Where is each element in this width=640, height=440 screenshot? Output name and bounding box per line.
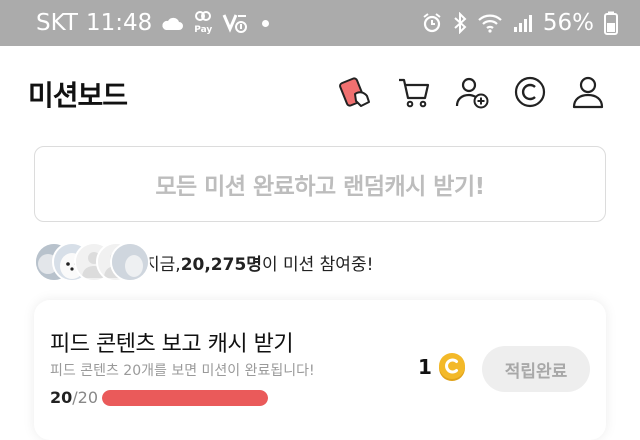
mission-card-icon[interactable] — [338, 74, 374, 110]
participants-suffix: 이 미션 참여중! — [261, 254, 374, 275]
samsung-pay-icon: Pay — [192, 11, 214, 35]
avatar — [110, 242, 150, 282]
progress-bar — [102, 389, 269, 406]
banner-text: 모든 미션 완료하고 랜덤캐시 받기! — [155, 174, 485, 200]
alarm-icon — [421, 12, 443, 34]
coin-icon — [438, 352, 466, 382]
add-friend-icon[interactable] — [454, 74, 490, 110]
dot-icon — [262, 19, 270, 27]
status-bar-right: 56% — [421, 8, 618, 38]
mission-reward: 1 — [418, 352, 466, 382]
pay-label: Pay — [194, 25, 213, 35]
status-bar: SKT 11:48 Pay 56% — [0, 0, 640, 46]
cart-icon[interactable] — [396, 74, 432, 110]
mission-progress: 20/20 — [50, 388, 269, 407]
progress-total: /20 — [72, 388, 99, 407]
volte-icon — [222, 12, 248, 34]
bluetooth-icon — [453, 12, 467, 34]
mission-card[interactable]: 피드 콘텐츠 보고 캐시 받기 피드 콘텐츠 20개를 보면 미션이 완료됩니다… — [34, 300, 606, 440]
page-title: 미션보드 — [28, 79, 128, 112]
participants-text: 지금, 20,275명 이 미션 참여중! — [144, 250, 373, 275]
all-missions-banner[interactable]: 모든 미션 완료하고 랜덤캐시 받기! — [34, 146, 606, 222]
header-actions — [338, 74, 606, 110]
participants-count: 20,275명 — [180, 254, 262, 275]
app-header: 미션보드 — [0, 46, 640, 138]
progress-fill — [102, 389, 269, 406]
claim-complete-button[interactable]: 적립완료 — [482, 346, 590, 392]
battery-percent: 56% — [542, 10, 594, 36]
cloud-icon — [160, 15, 184, 31]
carrier-label: SKT — [36, 10, 78, 36]
clock-time: 11:48 — [85, 10, 153, 36]
signal-icon — [513, 12, 533, 34]
cash-coin-icon[interactable] — [512, 74, 548, 110]
profile-icon[interactable] — [570, 74, 606, 110]
progress-text: 20/20 — [50, 388, 98, 407]
wifi-icon — [477, 12, 503, 34]
avatar-stack — [34, 242, 150, 282]
mission-description: 피드 콘텐츠 20개를 보면 미션이 완료됩니다! — [50, 363, 315, 379]
battery-icon — [604, 11, 618, 35]
reward-count: 1 — [418, 355, 432, 379]
mission-title: 피드 콘텐츠 보고 캐시 받기 — [50, 332, 294, 357]
status-bar-left: SKT 11:48 Pay — [36, 8, 270, 38]
progress-current: 20 — [50, 388, 73, 407]
participants-row: 지금, 20,275명 이 미션 참여중! — [34, 242, 373, 282]
